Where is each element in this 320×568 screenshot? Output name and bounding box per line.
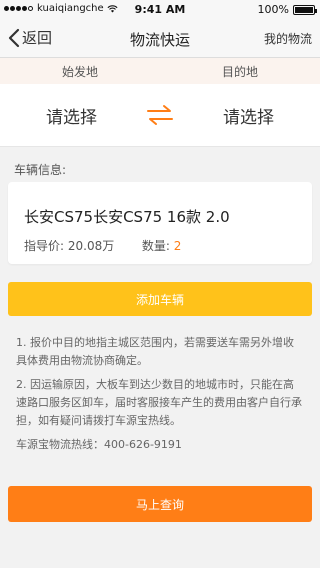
note-1: 1. 报价中目的地指主城区范围内，若需要送车需另外增收具体费用由物流协商确定。 [16,336,294,367]
qty-label: 数量: [141,239,170,253]
add-vehicle-button[interactable]: 添加车辆 [8,282,312,316]
origin-header: 始发地 [61,64,98,79]
origin-select[interactable]: 请选择 [0,103,143,128]
route-header: 始发地 目的地 [0,58,320,84]
vehicle-name: 长安CS75长安CS75 16款 2.0 [24,208,230,226]
price-value: 20.08万 [67,239,115,253]
swap-icon[interactable] [143,102,177,128]
vehicle-meta: 指导价: 20.08万 数量: 2 [24,237,296,254]
nav-bar: 返回 物流快运 我的物流 [0,20,320,58]
price-label: 指导价: [24,239,65,253]
battery-icon [293,4,317,15]
route-select: 请选择 请选择 [0,84,320,147]
vehicle-card[interactable]: 长安CS75长安CS75 16款 2.0 指导价: 20.08万 数量: 2 [8,182,312,264]
note-2: 2. 因运输原因，大板车到达少数目的地城市时，只能在高速路口服务区卸车，届时客服… [16,378,302,427]
dest-header: 目的地 [221,64,258,79]
dest-select[interactable]: 请选择 [177,103,320,128]
status-bar: kuaiqiangche 9:41 AM 100% [0,0,320,20]
vehicle-section-label: 车辆信息: [14,163,67,177]
notes: 1. 报价中目的地指主城区范围内，若需要送车需另外增收具体费用由物流协商确定。 … [0,316,320,454]
hotline-text: 车源宝物流热线：400-626-9191 [16,438,182,451]
query-button[interactable]: 马上查询 [8,486,312,522]
status-right: 100% [257,3,317,16]
battery-percent: 100% [257,3,289,16]
my-logistics-link[interactable]: 我的物流 [264,30,312,47]
qty-value: 2 [173,239,182,253]
